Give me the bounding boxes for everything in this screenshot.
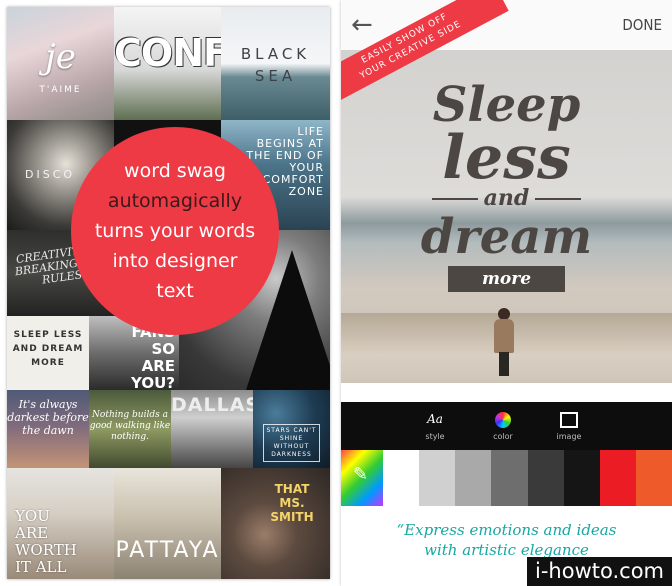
arrow-left-icon[interactable]: ← — [351, 10, 381, 40]
tile-text-line: ARE — [15, 524, 49, 542]
tagline: “Express emotions and ideas with artisti… — [341, 520, 672, 560]
color-swatch[interactable] — [563, 450, 600, 506]
collage-tile: PATTAYA — [114, 468, 221, 579]
tile-text-line: AND DREAM MORE — [12, 344, 84, 368]
color-swatches: ✎ — [341, 450, 672, 506]
eyedropper-icon: ✎ — [353, 464, 369, 485]
quote-word: and — [483, 185, 530, 211]
image-tab[interactable]: image — [539, 408, 599, 441]
collage-tile: SLEEP LESS AND DREAM MORE — [7, 316, 89, 390]
color-swatch[interactable] — [419, 450, 456, 506]
tile-text: PATTAYA — [115, 538, 220, 563]
tile-text-line: IT ALL — [15, 558, 67, 576]
tagline-line: “Express emotions and ideas — [396, 521, 617, 539]
collage-tile: BLACK SEA — [221, 7, 330, 120]
tile-text: STARS CAN'T SHINE WITHOUT DARKNESS — [263, 424, 320, 462]
quote-text[interactable]: Sleep less and dream more — [341, 78, 672, 292]
collage-tile: It's always darkest before the dawn — [7, 390, 89, 468]
promo-line: into designer — [112, 250, 238, 272]
person-coat — [494, 319, 514, 353]
tile-text: CONF — [114, 31, 221, 75]
promo-circle: word swag automagically turns your words… — [71, 127, 279, 335]
style-label: style — [425, 432, 445, 441]
tile-text: It's always darkest before the dawn — [7, 398, 89, 437]
tile-text-line: BLACK — [240, 45, 311, 63]
color-swatch[interactable] — [635, 450, 672, 506]
right-screen-editor: ← DONE Sleep less and dream more EASILY … — [341, 0, 672, 586]
collage-tile: je T'AIME — [7, 7, 114, 120]
image-icon — [539, 408, 599, 430]
collage-tile: DALLAS — [171, 390, 253, 468]
tile-text: T'AIME — [39, 85, 82, 95]
divider — [431, 198, 478, 200]
color-wheel-icon — [473, 408, 533, 430]
quote-line: dream — [420, 209, 593, 265]
quote-banner: more — [447, 266, 566, 292]
tile-text: SLEEP LESS AND DREAM MORE — [7, 328, 89, 370]
promo-line: automagically — [107, 190, 243, 212]
color-swatch[interactable] — [383, 450, 420, 506]
tile-text: THAT MS. SMITH — [270, 482, 314, 524]
collage-tile: CONF — [114, 7, 221, 120]
person-legs — [499, 352, 509, 376]
image-label: image — [556, 432, 582, 441]
collage-tile: THAT MS. SMITH — [221, 468, 330, 579]
collage-tile: Nothing builds a good walking like nothi… — [89, 390, 171, 468]
tile-text: DALLAS — [171, 394, 253, 416]
promo-line: word swag — [124, 160, 226, 182]
color-swatch[interactable] — [527, 450, 564, 506]
collage-tile: YOU ARE WORTH IT ALL — [7, 468, 114, 579]
color-tab[interactable]: color — [473, 408, 533, 441]
quote-line: less — [442, 123, 571, 193]
promo-line: turns your words — [94, 220, 256, 242]
quote-line-and: and — [341, 184, 672, 212]
tile-text: BLACK SEA — [221, 43, 330, 87]
person-figure — [493, 308, 515, 378]
done-button[interactable]: DONE — [622, 16, 662, 34]
color-swatch[interactable] — [455, 450, 492, 506]
divider — [535, 198, 582, 200]
tile-text: je — [45, 37, 76, 77]
left-screen-collage: je T'AIME CONF BLACK SEA DISCO LIFE BEGI… — [7, 7, 330, 579]
style-tab[interactable]: Aa style — [405, 408, 465, 441]
color-label: color — [493, 432, 513, 441]
tile-text: Nothing builds a good walking like nothi… — [89, 410, 171, 442]
tile-text-line: SLEEP LESS — [13, 330, 83, 340]
color-swatch[interactable] — [599, 450, 636, 506]
promo-line: text — [156, 280, 194, 302]
color-swatch[interactable] — [491, 450, 528, 506]
collage-tile: STARS CAN'T SHINE WITHOUT DARKNESS — [253, 390, 330, 468]
tile-text-line: WORTH — [15, 541, 77, 559]
color-picker-swatch[interactable]: ✎ — [341, 450, 383, 506]
editor-toolbar: Aa style color image — [341, 402, 672, 450]
tile-text-line: SEA — [254, 67, 297, 85]
tile-text-line: YOU — [15, 507, 50, 525]
photo-canvas[interactable]: Sleep less and dream more — [341, 50, 672, 383]
style-icon: Aa — [427, 412, 443, 426]
watermark: i-howto.com — [527, 557, 672, 586]
tile-text: YOU ARE WORTH IT ALL — [15, 508, 114, 576]
